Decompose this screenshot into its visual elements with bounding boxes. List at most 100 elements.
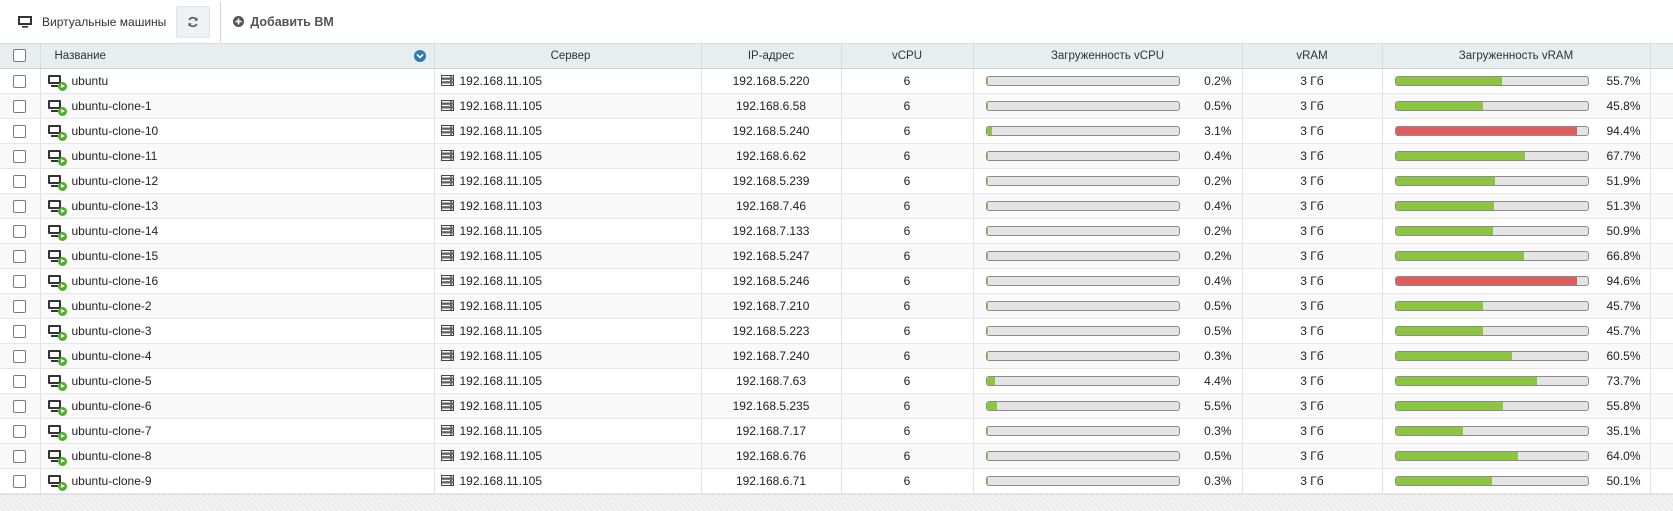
vm-list-title[interactable]: Виртуальные машины xyxy=(18,4,170,40)
server-icon xyxy=(440,100,454,112)
row-spacer xyxy=(1650,168,1673,194)
table-row[interactable]: ubuntu-clone-6 192.168.11.105 192.168.5.23… xyxy=(0,393,1673,419)
vm-name[interactable]: ubuntu-clone-4 xyxy=(72,349,152,363)
vm-name[interactable]: ubuntu-clone-10 xyxy=(72,124,159,138)
row-select-cell xyxy=(0,343,41,369)
vm-name-cell[interactable]: ubuntu-clone-4 xyxy=(40,343,435,369)
row-checkbox[interactable] xyxy=(13,424,27,438)
vm-name-cell[interactable]: ubuntu-clone-8 xyxy=(40,443,435,469)
column-header-cpu-load[interactable]: Загруженность vCPU xyxy=(973,44,1243,69)
row-checkbox[interactable] xyxy=(13,324,27,338)
table-row[interactable]: ubuntu-clone-4 192.168.11.105 192.168.7.24… xyxy=(0,343,1673,369)
ram-load-percent: 66.8% xyxy=(1606,248,1641,263)
vm-name[interactable]: ubuntu-clone-6 xyxy=(72,399,152,413)
vm-name-cell[interactable]: ubuntu-clone-9 xyxy=(40,468,435,494)
vm-name[interactable]: ubuntu-clone-2 xyxy=(72,299,152,313)
vm-name-cell[interactable]: ubuntu-clone-3 xyxy=(40,318,435,344)
row-select-cell xyxy=(0,243,41,269)
vm-name-cell[interactable]: ubuntu-clone-1 xyxy=(40,93,435,119)
column-header-vcpu[interactable]: vCPU xyxy=(841,44,974,69)
vm-name[interactable]: ubuntu-clone-1 xyxy=(72,99,152,113)
server-icon xyxy=(440,425,454,437)
row-checkbox[interactable] xyxy=(13,174,27,188)
cpu-load-cell: 4.4% xyxy=(973,368,1243,394)
table-row[interactable]: ubuntu-clone-14 192.168.11.105 192.168.7.1… xyxy=(0,218,1673,244)
vm-name-cell[interactable]: ubuntu-clone-5 xyxy=(40,368,435,394)
row-checkbox[interactable] xyxy=(13,374,27,388)
vm-name[interactable]: ubuntu-clone-11 xyxy=(72,149,158,163)
cpu-load-fill xyxy=(986,376,995,385)
cpu-load-percent: 0.3% xyxy=(1204,473,1232,488)
column-header-ip[interactable]: IP-адрес xyxy=(701,44,842,69)
row-checkbox[interactable] xyxy=(13,199,27,213)
table-row[interactable]: ubuntu-clone-7 192.168.11.105 192.168.7.17… xyxy=(0,418,1673,444)
vm-name[interactable]: ubuntu-clone-9 xyxy=(72,474,152,488)
table-row[interactable]: ubuntu 192.168.11.105 192.168.5.220 6 0.2% 3 … xyxy=(0,68,1673,94)
ram-load-bar xyxy=(1394,200,1589,211)
row-checkbox[interactable] xyxy=(13,299,27,313)
select-all-checkbox[interactable] xyxy=(13,49,27,63)
refresh-button[interactable] xyxy=(176,5,211,38)
table-row[interactable]: ubuntu-clone-12 192.168.11.105 192.168.5.2… xyxy=(0,168,1673,194)
vm-name[interactable]: ubuntu-clone-8 xyxy=(72,449,152,463)
vm-name-cell[interactable]: ubuntu-clone-12 xyxy=(40,168,435,194)
row-checkbox[interactable] xyxy=(13,124,27,138)
vm-name[interactable]: ubuntu-clone-12 xyxy=(72,174,159,188)
row-checkbox[interactable] xyxy=(13,249,27,263)
ram-load-bar xyxy=(1394,125,1589,136)
table-row[interactable]: ubuntu-clone-2 192.168.11.105 192.168.7.21… xyxy=(0,293,1673,319)
table-row[interactable]: ubuntu-clone-8 192.168.11.105 192.168.6.76… xyxy=(0,443,1673,469)
vcpu-count: 6 xyxy=(841,443,974,469)
vm-name-cell[interactable]: ubuntu-clone-14 xyxy=(40,218,435,244)
table-row[interactable]: ubuntu-clone-16 192.168.11.105 192.168.5.2… xyxy=(0,268,1673,294)
table-row[interactable]: ubuntu-clone-15 192.168.11.105 192.168.5.2… xyxy=(0,243,1673,269)
column-header-vram[interactable]: vRAM xyxy=(1242,44,1383,69)
row-checkbox[interactable] xyxy=(13,274,27,288)
table-row[interactable]: ubuntu-clone-5 192.168.11.105 192.168.7.63… xyxy=(0,368,1673,394)
server-cell: 192.168.11.105 xyxy=(434,93,702,119)
table-row[interactable]: ubuntu-clone-9 192.168.11.105 192.168.6.71… xyxy=(0,468,1673,494)
vm-name[interactable]: ubuntu-clone-3 xyxy=(72,324,152,338)
vm-name-cell[interactable]: ubuntu xyxy=(40,68,435,94)
vm-name[interactable]: ubuntu-clone-16 xyxy=(72,274,159,288)
column-header-name[interactable]: Название xyxy=(40,44,435,69)
row-checkbox[interactable] xyxy=(13,399,27,413)
vm-name[interactable]: ubuntu xyxy=(72,74,109,88)
vm-name[interactable]: ubuntu-clone-7 xyxy=(72,424,152,438)
table-row[interactable]: ubuntu-clone-3 192.168.11.105 192.168.5.22… xyxy=(0,318,1673,344)
table-row[interactable]: ubuntu-clone-11 192.168.11.105 192.168.6.6… xyxy=(0,143,1673,169)
vm-name[interactable]: ubuntu-clone-15 xyxy=(72,249,159,263)
row-checkbox[interactable] xyxy=(13,474,27,488)
vm-name-cell[interactable]: ubuntu-clone-7 xyxy=(40,418,435,444)
row-checkbox[interactable] xyxy=(13,224,27,238)
vm-name-cell[interactable]: ubuntu-clone-2 xyxy=(40,293,435,319)
vm-name-cell[interactable]: ubuntu-clone-10 xyxy=(40,118,435,144)
ram-load-percent: 51.9% xyxy=(1606,173,1641,188)
vm-name-cell[interactable]: ubuntu-clone-6 xyxy=(40,393,435,419)
vm-name-cell[interactable]: ubuntu-clone-11 xyxy=(40,143,435,169)
vm-name[interactable]: ubuntu-clone-14 xyxy=(72,224,159,238)
vram-size: 3 Гб xyxy=(1242,293,1383,319)
vm-name[interactable]: ubuntu-clone-13 xyxy=(72,199,159,213)
vm-name-cell[interactable]: ubuntu-clone-16 xyxy=(40,268,435,294)
column-header-server[interactable]: Сервер xyxy=(434,44,702,69)
row-checkbox[interactable] xyxy=(13,99,27,113)
row-checkbox[interactable] xyxy=(13,74,27,88)
vm-name-cell[interactable]: ubuntu-clone-13 xyxy=(40,193,435,219)
cpu-load-cell: 0.3% xyxy=(973,343,1243,369)
row-checkbox[interactable] xyxy=(13,149,27,163)
vm-name[interactable]: ubuntu-clone-5 xyxy=(72,374,152,388)
column-header-ram-load[interactable]: Загруженность vRAM xyxy=(1382,44,1651,69)
table-row[interactable]: ubuntu-clone-10 192.168.11.105 192.168.5.2… xyxy=(0,118,1673,144)
row-checkbox[interactable] xyxy=(13,349,27,363)
table-row[interactable]: ubuntu-clone-13 192.168.11.103 192.168.7.4… xyxy=(0,193,1673,219)
ram-load-percent: 94.6% xyxy=(1606,273,1641,288)
ram-load-fill xyxy=(1395,126,1577,135)
ram-load-bar xyxy=(1394,225,1589,236)
add-vm-button[interactable]: Добавить ВМ xyxy=(233,15,334,29)
chevron-down-icon[interactable] xyxy=(413,50,426,62)
cpu-load-cell: 0.5% xyxy=(973,93,1243,119)
row-checkbox[interactable] xyxy=(13,449,27,463)
vm-name-cell[interactable]: ubuntu-clone-15 xyxy=(40,243,435,269)
table-row[interactable]: ubuntu-clone-1 192.168.11.105 192.168.6.58… xyxy=(0,93,1673,119)
